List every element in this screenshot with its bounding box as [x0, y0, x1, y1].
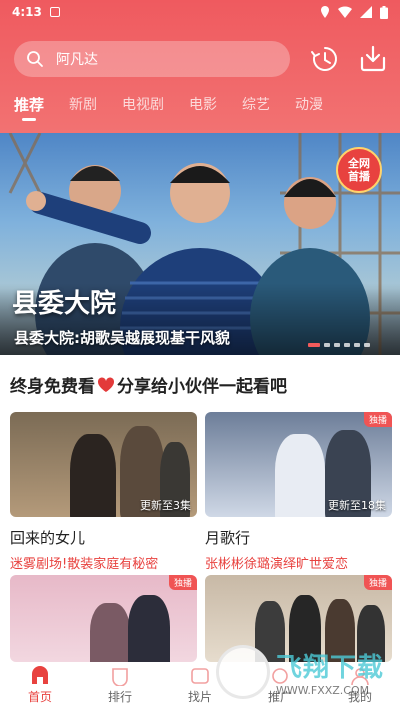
tab-anime[interactable]: 动漫 — [295, 90, 323, 114]
exclusive-tag: 独播 — [168, 575, 197, 590]
pagination-dot[interactable] — [364, 343, 370, 347]
notification-icon — [49, 7, 60, 17]
card-description: 迷雾剧场!散装家庭有秘密 — [10, 557, 159, 572]
watermark-url: WWW.FXXZ.COM — [276, 684, 370, 697]
pagination-dot[interactable] — [354, 343, 360, 347]
pagination-dot[interactable] — [308, 343, 320, 347]
signal-icon — [360, 6, 372, 18]
history-icon[interactable] — [310, 44, 340, 74]
exclusive-tag: 独播 — [363, 575, 392, 590]
pagination-dot[interactable] — [344, 343, 350, 347]
pagination-dot[interactable] — [324, 343, 330, 347]
category-tabs: 推荐 新剧 电视剧 电影 综艺 动漫 — [0, 90, 400, 128]
badge-line1: 全网 — [348, 157, 370, 170]
status-bar: 4:13 — [0, 0, 400, 24]
nav-label: 找片 — [187, 690, 212, 704]
card-thumbnail[interactable]: 更新至3集 — [10, 412, 197, 517]
search-input[interactable]: 阿凡达 — [14, 41, 290, 77]
tab-active-indicator — [22, 118, 36, 121]
section-title-left: 终身免费看 — [10, 377, 95, 397]
card-description: 张彬彬徐璐演绎旷世爱恋 — [205, 557, 349, 572]
film-icon — [191, 668, 209, 684]
tab-variety[interactable]: 综艺 — [242, 90, 270, 114]
card-episodes: 更新至3集 — [140, 499, 191, 512]
watermark-text: 飞翔下载 WWW.FXXZ.COM — [276, 647, 384, 697]
card-thumbnail[interactable]: 独播 更新至18集 — [205, 412, 392, 517]
video-card[interactable]: 更新至3集 回来的女儿 迷雾剧场!散装家庭有秘密 — [10, 412, 197, 572]
ranking-icon — [112, 668, 128, 686]
search-icon — [27, 51, 43, 67]
banner-pagination — [308, 343, 370, 347]
nav-label: 排行 — [107, 690, 132, 704]
battery-icon — [380, 5, 388, 19]
tab-tv-series[interactable]: 电视剧 — [122, 90, 164, 114]
pagination-dot[interactable] — [334, 343, 340, 347]
banner-title: 县委大院 — [12, 289, 117, 319]
site-watermark: 飞翔下载 WWW.FXXZ.COM — [216, 642, 400, 702]
section-title-right: 分享给小伙伴一起看吧 — [117, 377, 287, 397]
video-card[interactable]: 独播 — [10, 575, 197, 662]
card-thumbnail[interactable]: 独播 — [10, 575, 197, 662]
video-card[interactable]: 独播 更新至18集 月歌行 张彬彬徐璐演绎旷世爱恋 — [205, 412, 392, 572]
exclusive-tag: 独播 — [363, 412, 392, 427]
search-value: 阿凡达 — [56, 52, 98, 68]
heart-icon — [97, 376, 115, 392]
status-icons — [320, 5, 388, 19]
hero-banner[interactable]: 全网 首播 县委大院 县委大院:胡歌吴越展现基干风貌 — [0, 133, 400, 355]
status-time: 4:13 — [12, 5, 42, 19]
card-title: 回来的女儿 — [10, 529, 86, 547]
watermark-logo — [216, 645, 270, 699]
banner-subtitle: 县委大院:胡歌吴越展现基干风貌 — [14, 329, 231, 347]
tab-movie[interactable]: 电影 — [189, 90, 217, 114]
card-title: 月歌行 — [205, 529, 251, 547]
tab-new-drama[interactable]: 新剧 — [69, 90, 97, 114]
location-icon — [321, 6, 329, 18]
card-episodes: 更新至18集 — [328, 499, 386, 512]
download-icon[interactable] — [358, 44, 388, 74]
wifi-icon — [338, 6, 352, 18]
badge-line2: 首播 — [348, 170, 370, 183]
tab-recommend[interactable]: 推荐 — [14, 90, 44, 121]
watermark-title: 飞翔下载 — [276, 653, 385, 683]
nav-ranking[interactable]: 排行 — [80, 662, 160, 711]
nav-home[interactable]: 首页 — [0, 662, 80, 711]
section-title: 终身免费看 分享给小伙伴一起看吧 — [10, 372, 287, 397]
premiere-badge: 全网 首播 — [336, 147, 382, 193]
app-header: 4:13 阿凡达 推荐 新剧 电视剧 电影 综艺 动漫 — [0, 0, 400, 133]
home-icon — [32, 666, 48, 684]
nav-label: 首页 — [27, 690, 52, 704]
